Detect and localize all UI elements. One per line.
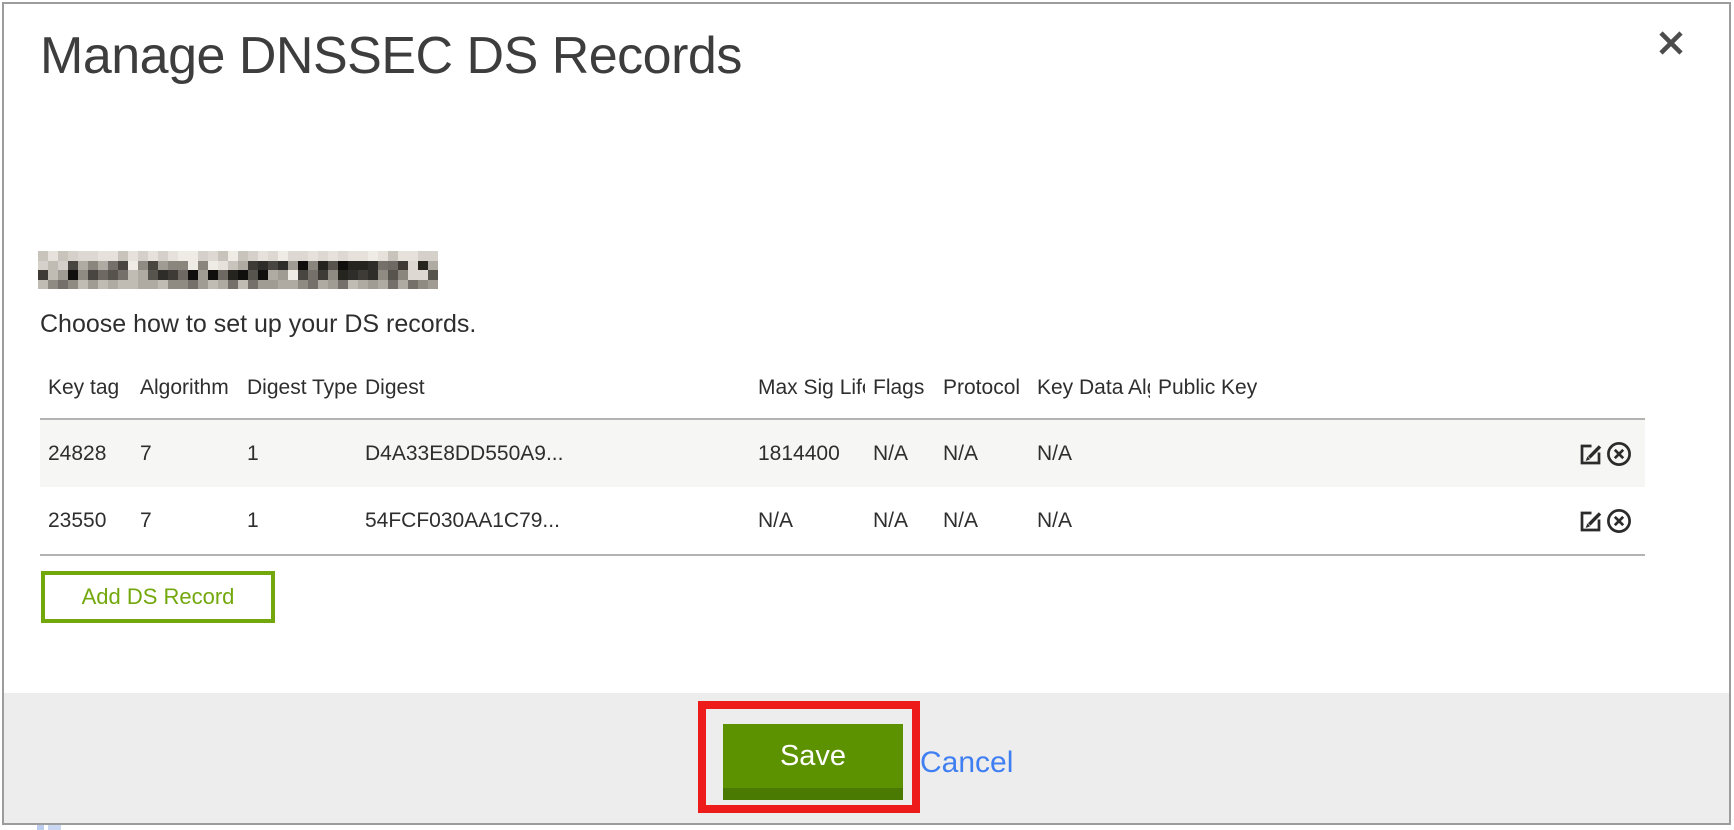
cell-flags: N/A [865, 487, 935, 555]
cell-protocol: N/A [935, 487, 1029, 555]
add-ds-record-button[interactable]: Add DS Record [41, 571, 275, 623]
table-row: 24828 7 1 D4A33E8DD550A9... 1814400 N/A … [40, 419, 1645, 487]
table-row: 23550 7 1 54FCF030AA1C79... N/A N/A N/A … [40, 487, 1645, 555]
column-header-digest: Digest [357, 370, 750, 419]
close-button[interactable] [1654, 26, 1688, 60]
page: Manage DNSSEC DS Records Choose how to s… [0, 0, 1734, 830]
column-header-actions [1555, 370, 1645, 419]
column-header-public-key: Public Key [1150, 370, 1555, 419]
column-header-flags: Flags [865, 370, 935, 419]
cell-digest: 54FCF030AA1C79... [357, 487, 750, 555]
column-header-digest-type: Digest Type [239, 370, 357, 419]
column-header-algorithm: Algorithm [132, 370, 239, 419]
cell-algorithm: 7 [132, 487, 239, 555]
cell-flags: N/A [865, 419, 935, 487]
edit-icon[interactable] [1577, 440, 1605, 468]
edit-icon[interactable] [1577, 507, 1605, 535]
cancel-link[interactable]: Cancel [920, 746, 1013, 780]
close-icon [1654, 26, 1688, 60]
delete-icon[interactable] [1605, 440, 1633, 468]
cell-digest-type: 1 [239, 487, 357, 555]
cell-key-data-alg: N/A [1029, 487, 1150, 555]
cell-key-data-alg: N/A [1029, 419, 1150, 487]
cell-key-tag: 23550 [40, 487, 132, 555]
cell-max-sig-life: 1814400 [750, 419, 865, 487]
delete-icon[interactable] [1605, 507, 1633, 535]
cell-actions [1555, 419, 1645, 487]
cell-protocol: N/A [935, 419, 1029, 487]
page-background-artifact [37, 825, 61, 830]
cell-digest: D4A33E8DD550A9... [357, 419, 750, 487]
dialog-title: Manage DNSSEC DS Records [40, 26, 742, 86]
manage-dnssec-dialog: Manage DNSSEC DS Records Choose how to s… [2, 2, 1731, 825]
cell-key-tag: 24828 [40, 419, 132, 487]
cell-actions [1555, 487, 1645, 555]
redacted-domain-name [38, 251, 438, 289]
column-header-key-tag: Key tag [40, 370, 132, 419]
table-header-row: Key tag Algorithm Digest Type Digest Max… [40, 370, 1645, 419]
instruction-text: Choose how to set up your DS records. [40, 310, 476, 339]
cell-public-key [1150, 487, 1555, 555]
column-header-max-sig-life: Max Sig Life [750, 370, 865, 419]
column-header-key-data-alg: Key Data Alg [1029, 370, 1150, 419]
ds-records-table: Key tag Algorithm Digest Type Digest Max… [40, 370, 1645, 556]
column-header-protocol: Protocol [935, 370, 1029, 419]
save-button[interactable]: Save [723, 724, 903, 800]
cell-algorithm: 7 [132, 419, 239, 487]
cell-digest-type: 1 [239, 419, 357, 487]
cell-public-key [1150, 419, 1555, 487]
cell-max-sig-life: N/A [750, 487, 865, 555]
